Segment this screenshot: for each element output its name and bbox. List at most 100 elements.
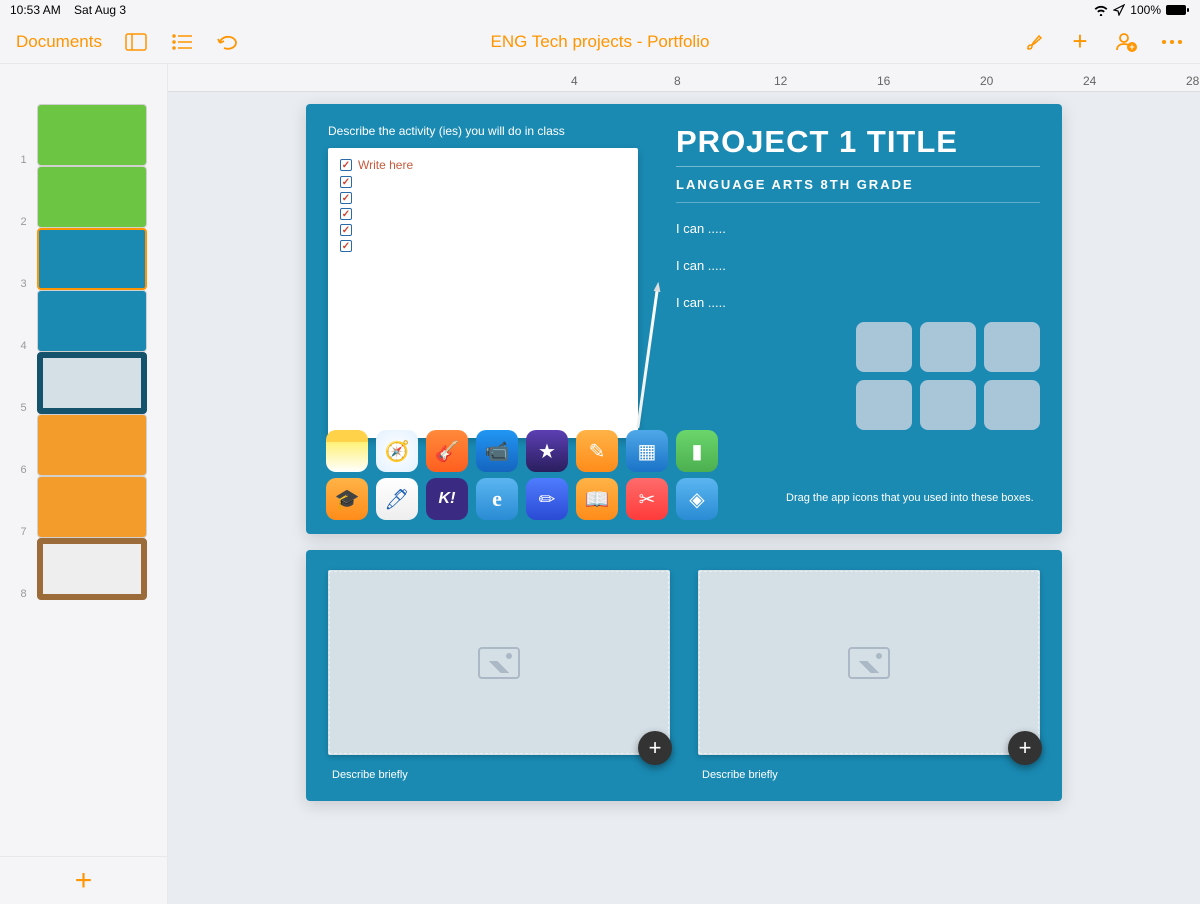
ruler: 4 8 12 16 20 24 28 <box>168 64 1200 92</box>
app-app-icon[interactable]: ◈ <box>676 478 718 520</box>
ican-line[interactable]: I can ..... <box>676 221 1040 236</box>
panels-icon[interactable] <box>124 30 148 54</box>
slide-thumbnail[interactable]: 1 <box>21 104 147 166</box>
image-placeholder[interactable]: + <box>328 570 670 755</box>
project-title[interactable]: PROJECT 1 TITLE <box>676 124 1040 160</box>
thumb-preview[interactable] <box>37 352 147 414</box>
edmodo-app-icon[interactable]: e <box>476 478 518 520</box>
thumb-number: 1 <box>21 154 31 166</box>
thumb-number: 5 <box>21 402 31 414</box>
thumb-preview[interactable] <box>37 476 147 538</box>
toolbar: Documents ENG Tech projects - Portfolio … <box>0 20 1200 64</box>
ican-line[interactable]: I can ..... <box>676 258 1040 273</box>
collaborate-icon[interactable]: + <box>1114 30 1138 54</box>
drop-box[interactable] <box>920 380 976 430</box>
slide-thumbnail[interactable]: 2 <box>21 166 147 228</box>
thumb-preview[interactable] <box>37 104 147 166</box>
checkbox-icon[interactable]: ✓ <box>340 240 352 252</box>
write-here-text[interactable]: Write here <box>358 158 413 172</box>
add-icon[interactable]: + <box>1068 30 1092 54</box>
add-slide-button[interactable]: + <box>0 856 167 904</box>
image-card[interactable]: + Describe briefly <box>698 570 1040 781</box>
activity-notepad[interactable]: ✓ Write here ✓ ✓ ✓ ✓ ✓ <box>328 148 638 438</box>
battery-icon <box>1166 4 1190 16</box>
slide-thumbnail[interactable]: 3 <box>21 228 147 290</box>
checkbox-icon[interactable]: ✓ <box>340 192 352 204</box>
garageband-app-icon[interactable]: 🎸 <box>426 430 468 472</box>
slide-thumbnail[interactable]: 5 <box>21 352 147 414</box>
thumb-number: 6 <box>21 464 31 476</box>
drag-instruction[interactable]: Drag the app icons that you used into th… <box>786 492 1040 504</box>
document-title[interactable]: ENG Tech projects - Portfolio <box>491 32 710 52</box>
drop-box[interactable] <box>856 380 912 430</box>
drop-box[interactable] <box>984 380 1040 430</box>
image-icon <box>478 647 520 679</box>
thumb-number: 7 <box>21 526 31 538</box>
icon-drop-grid[interactable] <box>856 322 1040 430</box>
slide-thumbnail[interactable]: 4 <box>21 290 147 352</box>
thumb-number: 2 <box>21 216 31 228</box>
checkbox-icon[interactable]: ✓ <box>340 224 352 236</box>
add-image-button[interactable]: + <box>1008 731 1042 765</box>
brush-icon[interactable] <box>1022 30 1046 54</box>
ibooks-app-icon[interactable]: 📖 <box>576 478 618 520</box>
thumb-number: 4 <box>21 340 31 352</box>
app-icon-row: 🧭🎸📹★✎▦▮ <box>326 430 718 472</box>
svg-text:+: + <box>1129 42 1134 52</box>
status-bar: 10:53 AM Sat Aug 3 100% <box>0 0 1200 20</box>
thumb-preview[interactable] <box>37 414 147 476</box>
status-time: 10:53 AM <box>10 3 61 17</box>
undo-icon[interactable] <box>216 30 240 54</box>
checkbox-icon[interactable]: ✓ <box>340 208 352 220</box>
thumb-preview[interactable] <box>37 538 147 600</box>
image-card[interactable]: + Describe briefly <box>328 570 670 781</box>
drop-box[interactable] <box>856 322 912 372</box>
image-placeholder[interactable]: + <box>698 570 1040 755</box>
sketches-app-icon[interactable]: 🖊 <box>376 478 418 520</box>
divider <box>676 166 1040 167</box>
thumb-preview[interactable] <box>37 290 147 352</box>
battery-percent: 100% <box>1130 3 1161 17</box>
slide-navigator[interactable]: 12345678 + <box>0 64 168 904</box>
more-icon[interactable] <box>1160 30 1184 54</box>
checkbox-icon[interactable]: ✓ <box>340 159 352 171</box>
kahoot-app-icon[interactable]: K! <box>426 478 468 520</box>
imovie-app-icon[interactable]: ★ <box>526 430 568 472</box>
keynote-app-icon[interactable]: ▦ <box>626 430 668 472</box>
slide-3-lower[interactable]: + Describe briefly + Describe briefly <box>306 550 1062 801</box>
checklist-item[interactable]: ✓ <box>340 208 626 220</box>
checklist-item[interactable]: ✓ <box>340 240 626 252</box>
checklist-item[interactable]: ✓ <box>340 224 626 236</box>
numbers-app-icon[interactable]: ▮ <box>676 430 718 472</box>
add-image-button[interactable]: + <box>638 731 672 765</box>
subtitle[interactable]: LANGUAGE ARTS 8TH GRADE <box>676 177 1040 192</box>
slide-thumbnail[interactable]: 8 <box>21 538 147 600</box>
drop-box[interactable] <box>984 322 1040 372</box>
image-caption[interactable]: Describe briefly <box>698 769 1040 781</box>
checklist-item[interactable]: ✓ <box>340 176 626 188</box>
notability-app-icon[interactable]: ✏ <box>526 478 568 520</box>
list-icon[interactable] <box>170 30 194 54</box>
canvas[interactable]: 4 8 12 16 20 24 28 Describe the activity… <box>168 64 1200 904</box>
slide-thumbnail[interactable]: 7 <box>21 476 147 538</box>
image-caption[interactable]: Describe briefly <box>328 769 670 781</box>
itunes-u-app-icon[interactable]: 🎓 <box>326 478 368 520</box>
slide-thumbnail[interactable]: 6 <box>21 414 147 476</box>
screenshot-app-icon[interactable]: ✂ <box>626 478 668 520</box>
clips-app-icon[interactable]: 📹 <box>476 430 518 472</box>
checkbox-icon[interactable]: ✓ <box>340 176 352 188</box>
pages-app-icon[interactable]: ✎ <box>576 430 618 472</box>
thumb-number: 8 <box>21 588 31 600</box>
notes-app-icon[interactable] <box>326 430 368 472</box>
thumb-preview[interactable] <box>37 166 147 228</box>
thumb-preview[interactable] <box>37 228 147 290</box>
ican-line[interactable]: I can ..... <box>676 295 1040 310</box>
status-left: 10:53 AM Sat Aug 3 <box>10 3 126 17</box>
safari-app-icon[interactable]: 🧭 <box>376 430 418 472</box>
slide-3[interactable]: Describe the activity (ies) you will do … <box>306 104 1062 534</box>
documents-button[interactable]: Documents <box>16 32 102 52</box>
pencil-graphic <box>636 289 658 428</box>
checklist-item[interactable]: ✓ Write here <box>340 158 626 172</box>
drop-box[interactable] <box>920 322 976 372</box>
checklist-item[interactable]: ✓ <box>340 192 626 204</box>
